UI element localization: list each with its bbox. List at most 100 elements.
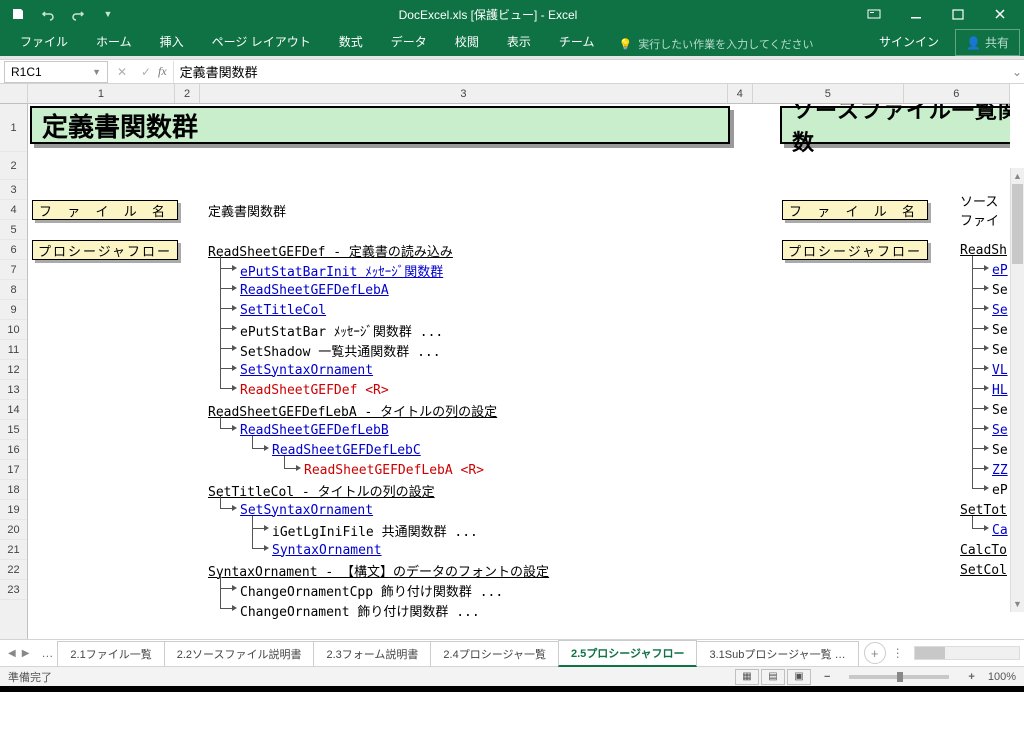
proc-link[interactable]: ReadSheetGEFDefLebB (240, 420, 389, 440)
row-header[interactable]: 15 (0, 420, 27, 440)
zoom-in-button[interactable]: + (965, 671, 977, 683)
proc-heading[interactable]: ReadSheetGEFDef - 定義書の読み込み (208, 240, 453, 260)
row-header[interactable]: 16 (0, 440, 27, 460)
sheet-tab[interactable]: 3.1Subプロシージャ一覧 … (696, 641, 858, 666)
tab-layout[interactable]: ページ レイアウト (200, 27, 323, 56)
tab-data[interactable]: データ (379, 27, 439, 56)
minimize-icon[interactable] (896, 2, 936, 26)
formula-input[interactable]: 定義書関数群 (173, 61, 1010, 83)
row-header[interactable]: 18 (0, 480, 27, 500)
maximize-icon[interactable] (938, 2, 978, 26)
sheet-tab[interactable]: 2.1ファイル一覧 (57, 641, 164, 666)
row-header[interactable]: 2 (0, 152, 27, 180)
col-header[interactable]: 2 (175, 84, 200, 103)
row-header[interactable]: 8 (0, 280, 27, 300)
proc-heading[interactable]: SetTitleCol - タイトルの列の設定 (208, 480, 435, 500)
vertical-scrollbar[interactable]: ▲ ▼ (1010, 168, 1024, 612)
proc-heading[interactable]: ReadSheetGEFDefLebA - タイトルの列の設定 (208, 400, 497, 420)
proc-heading[interactable]: CalcTo (960, 540, 1007, 560)
row-header[interactable]: 11 (0, 340, 27, 360)
proc-link[interactable]: Ca (992, 520, 1008, 540)
col-header[interactable]: 4 (728, 84, 753, 103)
sheet-tab[interactable]: 2.2ソースファイル説明書 (164, 641, 315, 666)
tab-overflow-left[interactable]: … (37, 646, 57, 660)
row-header[interactable]: 22 (0, 560, 27, 580)
proc-heading[interactable]: SyntaxOrnament - 【構文】のデータのフォントの設定 (208, 560, 549, 580)
row-header[interactable]: 21 (0, 540, 27, 560)
row-header[interactable]: 14 (0, 400, 27, 420)
scroll-up-icon[interactable]: ▲ (1011, 168, 1024, 184)
sheet-tab[interactable]: 2.3フォーム説明書 (313, 641, 431, 666)
proc-link[interactable]: SetSyntaxOrnament (240, 500, 373, 520)
proc-link[interactable]: SetSyntaxOrnament (240, 360, 373, 380)
tab-nav-next-icon[interactable]: ▶ (20, 648, 32, 659)
proc-heading[interactable]: ReadSh (960, 240, 1007, 260)
zoom-out-button[interactable]: − (821, 671, 833, 683)
chevron-down-icon[interactable]: ▼ (92, 67, 101, 77)
proc-link[interactable]: SyntaxOrnament (272, 540, 382, 560)
view-page-break-icon[interactable]: ▣ (787, 669, 811, 685)
proc-heading[interactable]: SetTot (960, 500, 1007, 520)
proc-link[interactable]: ePutStatBarInit ﾒｯｾｰｼﾞ関数群 (240, 260, 443, 280)
col-header[interactable]: 6 (904, 84, 1010, 103)
tab-nav-prev-icon[interactable]: ◀ (6, 648, 18, 659)
proc-link[interactable]: Se (992, 420, 1008, 440)
row-header[interactable]: 3 (0, 180, 27, 200)
ribbon-options-icon[interactable] (854, 2, 894, 26)
view-normal-icon[interactable]: ▦ (735, 669, 759, 685)
close-icon[interactable] (980, 2, 1020, 26)
zoom-slider[interactable] (849, 675, 949, 679)
tab-view[interactable]: 表示 (495, 27, 543, 56)
enter-formula-icon[interactable]: ✓ (138, 65, 154, 79)
tab-formula[interactable]: 数式 (327, 27, 375, 56)
name-box[interactable]: R1C1 ▼ (4, 61, 108, 83)
tab-list-menu-icon[interactable]: ⋮ (886, 646, 910, 660)
add-sheet-button[interactable]: + (864, 642, 886, 664)
select-all-corner[interactable] (0, 84, 28, 104)
sheet-tab[interactable]: 2.4プロシージャ一覧 (430, 641, 559, 666)
row-header[interactable]: 4 (0, 200, 27, 220)
signin-button[interactable]: サインイン (867, 27, 951, 56)
proc-link[interactable]: eP (992, 260, 1008, 280)
view-page-layout-icon[interactable]: ▤ (761, 669, 785, 685)
col-header[interactable]: 1 (28, 84, 175, 103)
tab-insert[interactable]: 挿入 (148, 27, 196, 56)
proc-link[interactable]: Se (992, 300, 1008, 320)
undo-icon[interactable] (34, 2, 62, 26)
proc-link[interactable]: ReadSheetGEFDefLebA (240, 280, 389, 300)
proc-link[interactable]: HL (992, 380, 1008, 400)
tab-team[interactable]: チーム (547, 27, 607, 56)
row-header[interactable]: 13 (0, 380, 27, 400)
cancel-formula-icon[interactable]: ✕ (114, 65, 130, 79)
col-header[interactable]: 5 (753, 84, 904, 103)
tab-file[interactable]: ファイル (8, 27, 80, 56)
horizontal-scrollbar[interactable] (914, 646, 1020, 660)
proc-link[interactable]: ZZ (992, 460, 1008, 480)
zoom-percent[interactable]: 100% (988, 671, 1016, 683)
col-header[interactable]: 3 (200, 84, 728, 103)
redo-icon[interactable] (64, 2, 92, 26)
zoom-slider-thumb[interactable] (897, 672, 903, 682)
proc-heading[interactable]: SetCol (960, 560, 1007, 580)
tellme-search[interactable]: 💡 実行したい作業を入力してください (610, 32, 821, 56)
save-icon[interactable] (4, 2, 32, 26)
row-header[interactable]: 20 (0, 520, 27, 540)
row-header[interactable]: 12 (0, 360, 27, 380)
proc-link[interactable]: VL (992, 360, 1008, 380)
sheet-tab-active[interactable]: 2.5プロシージャフロー (558, 640, 698, 667)
worksheet-grid[interactable]: 1 2 3 4 5 6 1 2 3 4 5 6 7 8 9 10 11 12 1… (0, 84, 1024, 639)
fx-icon[interactable]: fx (158, 64, 167, 79)
scrollbar-thumb[interactable] (1012, 184, 1023, 264)
row-header[interactable]: 6 (0, 240, 27, 260)
row-header[interactable]: 19 (0, 500, 27, 520)
proc-link[interactable]: ReadSheetGEFDefLebC (272, 440, 421, 460)
proc-link[interactable]: SetTitleCol (240, 300, 326, 320)
row-header[interactable]: 17 (0, 460, 27, 480)
formula-expand-icon[interactable]: ⌄ (1010, 65, 1024, 79)
row-header[interactable]: 23 (0, 580, 27, 600)
share-button[interactable]: 👤 共有 (955, 29, 1020, 56)
customize-qat-icon[interactable]: ▼ (94, 2, 122, 26)
row-header[interactable]: 9 (0, 300, 27, 320)
tab-review[interactable]: 校閲 (443, 27, 491, 56)
scrollbar-thumb[interactable] (915, 647, 945, 659)
